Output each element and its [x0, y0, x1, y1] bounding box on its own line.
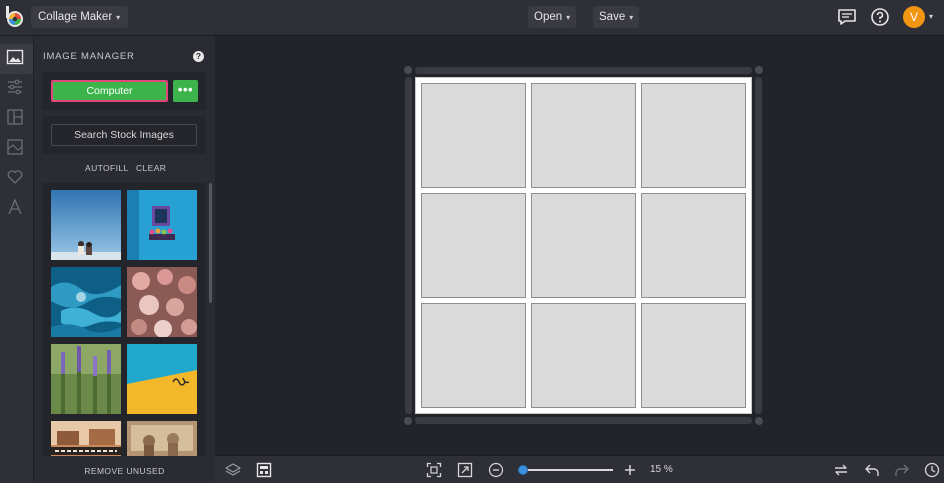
image-thumbnail[interactable]	[127, 344, 197, 414]
template-icon[interactable]	[256, 462, 272, 478]
help-icon[interactable]: ?	[193, 51, 204, 62]
help-icon[interactable]	[870, 7, 890, 27]
image-thumbnail-grid	[42, 183, 206, 456]
swap-icon[interactable]	[833, 462, 849, 478]
computer-upload-button[interactable]: Computer	[51, 80, 168, 102]
collage-cell[interactable]	[531, 83, 636, 188]
zoom-in-icon[interactable]	[622, 462, 638, 478]
upload-section: Computer •••	[42, 72, 206, 110]
image-manager-panel: IMAGE MANAGER ? Computer ••• Search Stoc…	[34, 36, 215, 483]
corner-handle[interactable]	[404, 66, 412, 74]
more-sources-button[interactable]: •••	[173, 80, 198, 102]
resize-handle-left[interactable]	[405, 77, 412, 414]
collage-cell[interactable]	[421, 303, 526, 408]
history-icon[interactable]	[924, 462, 940, 478]
chevron-down-icon[interactable]: ▾	[929, 12, 933, 21]
expand-icon[interactable]	[457, 462, 473, 478]
chevron-down-icon: ▾	[629, 13, 634, 22]
collage-grid	[415, 77, 752, 414]
collage-cell[interactable]	[641, 83, 746, 188]
app-selector[interactable]: Collage Maker ▾	[31, 6, 129, 28]
remove-unused-button[interactable]: REMOVE UNUSED	[34, 466, 215, 476]
corner-handle[interactable]	[404, 417, 412, 425]
chevron-down-icon: ▾	[116, 13, 121, 22]
stock-section: Search Stock Images	[42, 116, 206, 154]
collage-cell[interactable]	[531, 193, 636, 298]
undo-icon[interactable]	[864, 462, 880, 478]
collage-cell[interactable]	[641, 303, 746, 408]
image-thumbnail[interactable]	[51, 421, 121, 456]
corner-handle[interactable]	[755, 66, 763, 74]
zoom-slider-handle[interactable]	[517, 465, 528, 475]
collage-cell[interactable]	[641, 193, 746, 298]
text-icon[interactable]	[6, 198, 24, 216]
befunky-logo-icon[interactable]	[5, 6, 25, 28]
open-menu-button[interactable]: Open ▾	[528, 6, 577, 28]
collage-cell[interactable]	[421, 83, 526, 188]
image-thumbnail[interactable]	[127, 421, 197, 456]
heart-icon[interactable]	[6, 168, 24, 186]
image-thumbnail[interactable]	[51, 190, 121, 260]
bottom-toolbar: 15 %	[215, 455, 944, 483]
collage-cell[interactable]	[531, 303, 636, 408]
layers-icon[interactable]	[225, 462, 241, 478]
redo-icon[interactable]	[894, 462, 910, 478]
chevron-down-icon: ▾	[566, 13, 571, 22]
sliders-icon[interactable]	[6, 78, 24, 96]
zoom-level-label: 15 %	[650, 464, 673, 475]
background-icon[interactable]	[6, 138, 24, 156]
image-thumbnail[interactable]	[127, 267, 197, 337]
save-menu-button[interactable]: Save ▾	[593, 6, 640, 28]
clear-button[interactable]: CLEAR	[136, 163, 166, 173]
app-name: Collage Maker	[38, 11, 113, 23]
thumbnail-scrollbar[interactable]	[209, 183, 212, 303]
chat-icon[interactable]	[837, 7, 857, 27]
image-icon[interactable]	[6, 48, 24, 66]
image-thumbnail[interactable]	[51, 344, 121, 414]
save-label: Save	[599, 11, 626, 23]
open-label: Open	[534, 11, 563, 23]
fit-screen-icon[interactable]	[426, 462, 442, 478]
resize-handle-bottom[interactable]	[415, 417, 752, 424]
autofill-button[interactable]: AUTOFILL	[85, 163, 129, 173]
image-thumbnail[interactable]	[51, 267, 121, 337]
search-stock-images-button[interactable]: Search Stock Images	[51, 124, 197, 146]
zoom-out-icon[interactable]	[488, 462, 504, 478]
collage-cell[interactable]	[421, 193, 526, 298]
corner-handle[interactable]	[755, 417, 763, 425]
panel-title: IMAGE MANAGER	[43, 51, 135, 62]
resize-handle-top[interactable]	[415, 67, 752, 74]
user-avatar[interactable]: V	[903, 6, 925, 28]
top-bar: Collage Maker ▾ Open ▾ Save ▾ V ▾	[0, 0, 944, 36]
layout-icon[interactable]	[6, 108, 24, 126]
image-thumbnail[interactable]	[127, 190, 197, 260]
resize-handle-right[interactable]	[755, 77, 762, 414]
zoom-slider-track[interactable]	[518, 469, 613, 471]
tool-rail	[0, 36, 34, 483]
canvas-area	[215, 36, 944, 455]
